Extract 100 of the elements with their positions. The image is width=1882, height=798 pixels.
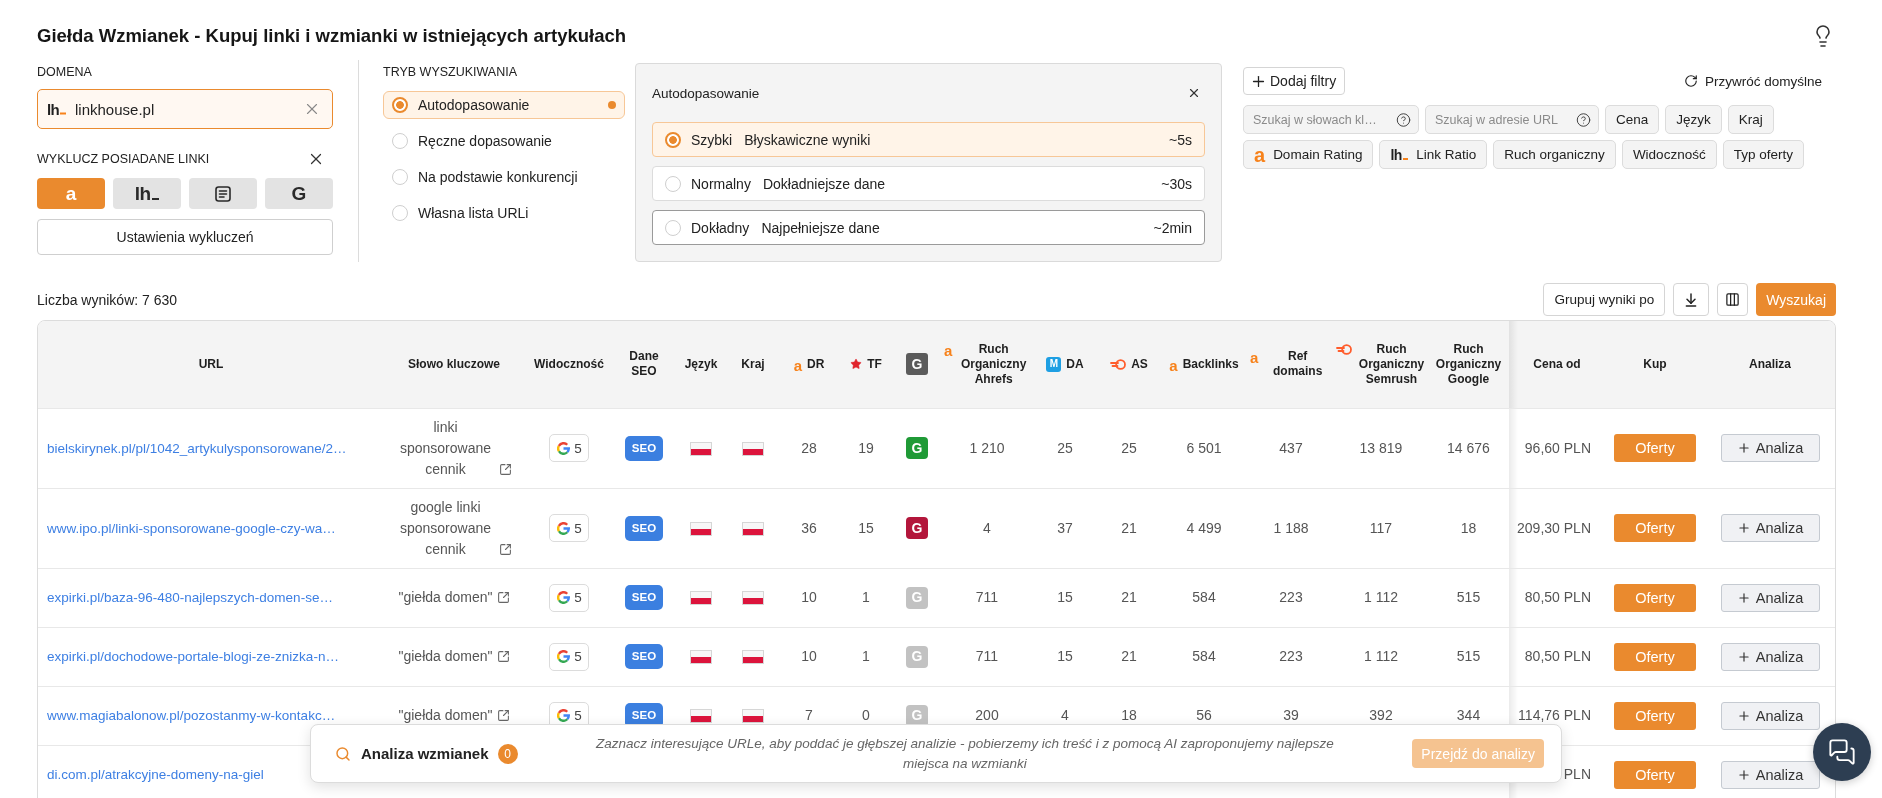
flag-icon [690, 650, 712, 665]
seo-badge: SEO [624, 515, 664, 541]
table-cell: 515 [1428, 627, 1509, 686]
speed-option[interactable]: Normalny Dokładniejsze dane ~30s [652, 166, 1205, 201]
table-cell: 25 [1098, 408, 1160, 488]
close-icon[interactable] [1187, 86, 1201, 100]
table-cell: 21 [1098, 627, 1160, 686]
filter-button[interactable]: Cena [1605, 105, 1660, 134]
help-icon[interactable] [1396, 112, 1411, 127]
external-link-icon[interactable] [496, 709, 510, 722]
external-link-icon[interactable] [496, 650, 510, 663]
filter-button[interactable]: a Domain Rating [1243, 140, 1374, 169]
table-cell: 15 [1032, 627, 1098, 686]
filter-button[interactable]: Ruch organiczny [1493, 140, 1616, 169]
column-header: Ref domains [1272, 349, 1324, 380]
filter-button[interactable]: Typ oferty [1722, 140, 1804, 169]
analysis-button[interactable]: Analiza [1720, 434, 1820, 462]
settings-button[interactable]: Ustawienia wykluczeń [37, 219, 333, 255]
table-cell: 28 [778, 408, 840, 488]
search-field[interactable]: Szukaj w słowach kl… [1243, 105, 1419, 134]
search-mode-option[interactable]: Własna lista URLi [383, 199, 625, 227]
url-link[interactable]: bielskirynek.pl/pl/1042_artykulysponsorowane/2… [47, 440, 347, 456]
g-logo-icon [557, 441, 571, 455]
analysis-button[interactable]: Analiza [1720, 514, 1820, 542]
help-icon[interactable] [1576, 112, 1591, 127]
speed-description: Dokładniejsze dane [762, 175, 886, 192]
table-cell: 25 [1032, 408, 1098, 488]
column-header: Ruch Organiczny Ahrefs [960, 341, 1028, 387]
speed-option[interactable]: Dokładny Najpełniejsze dane ~2min [652, 210, 1205, 245]
table-cell: 18 [1428, 488, 1509, 568]
plus-icon [1736, 649, 1751, 664]
reset-button[interactable]: Przywróć domyślne [1683, 73, 1822, 89]
g-status-badge: G [906, 704, 928, 727]
external-link-icon[interactable] [499, 462, 512, 476]
price-cell: 80,50 PLN [1509, 627, 1605, 686]
filter-button[interactable]: Kraj [1727, 105, 1774, 134]
filter-button[interactable]: Widoczność [1621, 140, 1717, 169]
flag-icon [690, 591, 712, 606]
keyword-text: linki sponsorowane cennik [398, 417, 493, 479]
search-mode-option[interactable]: Ręczne dopasowanie [383, 127, 625, 155]
table-cell: 1 112 [1334, 568, 1428, 627]
price-cell: 209,30 PLN [1509, 488, 1605, 568]
g-status-badge: G [906, 437, 928, 460]
table-cell: 36 [778, 488, 840, 568]
analysis-button[interactable]: Analiza [1720, 583, 1820, 612]
analysis-button[interactable]: Analiza [1720, 760, 1820, 789]
url-link[interactable]: www.magiabalonow.pl/pozostanmy-w-kontakc… [47, 708, 336, 723]
filter-button[interactable]: lh Link Ratio [1379, 140, 1488, 169]
column-header: DR [807, 356, 825, 372]
section-label: TRYB WYSZUKIWANIA [383, 64, 519, 80]
url-link[interactable]: di.com.pl/atrakcyjne-domeny-na-giel [47, 767, 264, 783]
chat-button[interactable] [1813, 723, 1871, 781]
analysis-button[interactable]: Analiza [1720, 701, 1820, 730]
keyword-text: "giełda domen" [398, 647, 493, 666]
exclude-source-button[interactable] [189, 178, 257, 209]
lh-logo: lh [1390, 147, 1409, 162]
url-link[interactable]: www.ipo.pl/linki-sponsorowane-google-czy-wa… [47, 520, 336, 536]
price-cell: 96,60 PLN [1509, 408, 1605, 488]
g-status-badge: G [906, 645, 928, 668]
table-cell: 437 [1248, 408, 1334, 488]
table-cell: 117 [1334, 488, 1428, 568]
search-field[interactable]: Szukaj w adresie URL [1425, 105, 1599, 134]
download-button[interactable] [1673, 283, 1710, 316]
g-logo-icon [557, 650, 571, 663]
table-cell: 584 [1160, 568, 1248, 627]
chat-icon [1828, 738, 1856, 766]
keyword-text: "giełda domen" [398, 706, 493, 725]
table-cell: 21 [1098, 568, 1160, 627]
count-badge: 0 [497, 743, 518, 764]
column-header: Kraj [741, 356, 765, 372]
add-filters-button[interactable]: Dodaj filtry [1243, 67, 1346, 95]
page-title: Giełda Wzmianek - Kupuj linki i wzmianki w istniejących artykułach [37, 24, 627, 48]
search-mode-option[interactable]: Na podstawie konkurencji [383, 163, 625, 191]
table-cell: 4 499 [1160, 488, 1248, 568]
speed-description: Najpełniejsze dane [761, 219, 880, 236]
price-cell: 80,50 PLN [1509, 568, 1605, 627]
column-header: URL [198, 356, 224, 372]
table-cell: 223 [1248, 627, 1334, 686]
exclude-source-button[interactable]: lh [113, 178, 181, 209]
table-cell: 1 [840, 568, 892, 627]
url-link[interactable]: expirki.pl/baza-96-480-najlepszych-domen-se… [47, 590, 333, 605]
column-header: Kup [1643, 356, 1667, 372]
url-link[interactable]: expirki.pl/dochodowe-portale-blogi-ze-znizka-n… [47, 649, 339, 664]
lh-logo: lh [47, 101, 67, 117]
column-header: Ruch Organiczny Google [1434, 341, 1503, 387]
speed-time: ~30s [1161, 175, 1192, 192]
speed-option[interactable]: Szybki Błyskawiczne wyniki ~5s [652, 122, 1205, 157]
exclude-source-button[interactable]: G [265, 178, 333, 209]
g-status-badge: G [906, 586, 928, 609]
filter-button[interactable]: Język [1665, 105, 1722, 134]
group-by-button[interactable]: Grupuj wyniki po [1543, 283, 1666, 316]
external-link-icon[interactable] [496, 591, 510, 604]
analysis-button[interactable]: Analiza [1720, 642, 1820, 671]
column-header: TF [867, 356, 882, 372]
visibility-score: 5 [574, 519, 582, 538]
external-link-icon[interactable] [499, 542, 512, 556]
columns-button[interactable] [1717, 283, 1749, 316]
table-cell: 21 [1098, 488, 1160, 568]
search-mode-option[interactable]: Autodopasowanie [383, 91, 625, 119]
a-logo: a [1169, 359, 1178, 372]
